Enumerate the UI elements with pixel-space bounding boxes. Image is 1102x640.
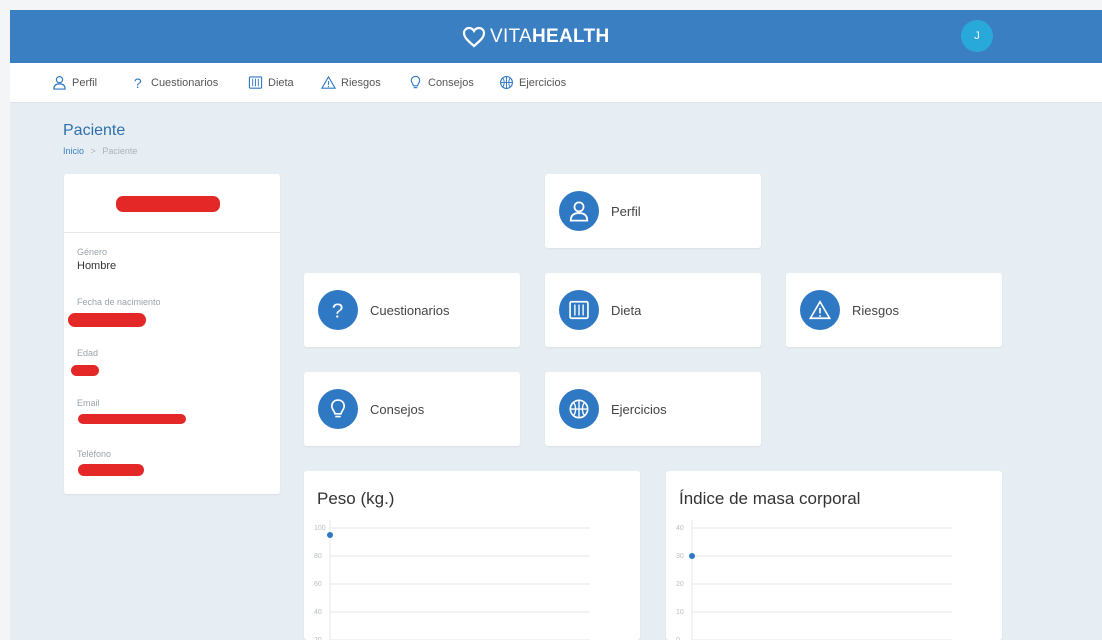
- y-tick-label: 30: [676, 553, 684, 560]
- lightbulb-icon: [330, 399, 346, 418]
- bmi-chart-card: Índice de masa corporal 403020100: [666, 471, 1002, 640]
- patient-name-redaction: [116, 196, 220, 212]
- data-point: [689, 553, 695, 559]
- field-gender: Género Hombre: [77, 247, 116, 272]
- question-icon: ?: [332, 300, 343, 321]
- weight-chart: 100806040200: [314, 520, 590, 640]
- field-birthdate: Fecha de nacimiento: [77, 297, 161, 307]
- y-tick-label: 10: [676, 609, 684, 616]
- tile-icon-circle: [800, 290, 840, 330]
- tile-perfil[interactable]: Perfil: [545, 174, 761, 248]
- tile-cuestionarios[interactable]: ? Cuestionarios: [304, 273, 520, 347]
- y-tick-label: 40: [314, 609, 322, 616]
- app-brand-name: VITAHEALTH: [490, 26, 609, 48]
- nav-item-ejercicios[interactable]: Ejercicios: [499, 63, 566, 102]
- field-phone: Teléfono: [77, 449, 111, 459]
- nav-label: Riesgos: [341, 76, 381, 89]
- basketball-icon: [569, 399, 589, 419]
- y-tick-label: 60: [314, 581, 322, 588]
- data-point: [327, 532, 333, 538]
- breadcrumb-current: Paciente: [102, 146, 138, 156]
- field-email: Email: [77, 398, 100, 408]
- y-tick-label: 80: [314, 553, 322, 560]
- user-avatar[interactable]: J: [961, 20, 993, 52]
- field-label: Fecha de nacimiento: [77, 297, 161, 307]
- y-tick-label: 40: [676, 525, 684, 532]
- tile-consejos[interactable]: Consejos: [304, 372, 520, 446]
- birthdate-redaction: [68, 313, 146, 327]
- nav-label: Dieta: [268, 76, 294, 89]
- patient-card: Género Hombre Fecha de nacimiento Edad E…: [64, 174, 280, 494]
- brand-bold: HEALTH: [532, 26, 610, 47]
- bmi-chart: 403020100: [676, 520, 952, 640]
- lightbulb-icon: [410, 75, 421, 89]
- patient-name-box: [64, 174, 280, 233]
- tile-label: Riesgos: [852, 303, 899, 318]
- breadcrumb-home-link[interactable]: Inicio: [63, 146, 84, 156]
- question-icon: ?: [134, 75, 142, 90]
- tile-ejercicios[interactable]: Ejercicios: [545, 372, 761, 446]
- warning-icon: [809, 300, 831, 320]
- breadcrumb-separator: >: [90, 146, 96, 156]
- nav-label: Cuestionarios: [151, 76, 219, 89]
- tile-label: Consejos: [370, 402, 425, 417]
- breadcrumb: Inicio > Paciente: [63, 146, 137, 156]
- nav-item-perfil[interactable]: Perfil: [52, 63, 97, 102]
- age-redaction: [71, 365, 99, 376]
- main-nav: Perfil ? Cuestionarios Dieta Riesgos Con…: [10, 63, 1102, 103]
- tile-icon-circle: [559, 290, 599, 330]
- user-icon: [53, 75, 66, 90]
- tile-icon-circle: [318, 389, 358, 429]
- y-tick-label: 100: [314, 525, 326, 532]
- nav-label: Ejercicios: [519, 76, 567, 89]
- nav-item-dieta[interactable]: Dieta: [248, 63, 294, 102]
- tile-icon-circle: [559, 389, 599, 429]
- weight-chart-card: Peso (kg.) 100806040200: [304, 471, 640, 640]
- email-redaction: [78, 414, 186, 424]
- field-value: Hombre: [77, 260, 117, 272]
- nav-label: Consejos: [428, 76, 474, 89]
- tile-riesgos[interactable]: Riesgos: [786, 273, 1002, 347]
- tile-dieta[interactable]: Dieta: [545, 273, 761, 347]
- svg-text:?: ?: [134, 75, 142, 90]
- tile-icon-circle: [559, 191, 599, 231]
- field-label: Teléfono: [77, 449, 112, 459]
- diet-icon: [569, 300, 589, 320]
- app-logo[interactable]: VITAHEALTH: [462, 24, 609, 50]
- app-frame: VITAHEALTH J Perfil ? Cuestionarios Diet…: [10, 10, 1102, 640]
- y-tick-label: 20: [676, 581, 684, 588]
- nav-label: Perfil: [72, 76, 98, 89]
- user-icon: [569, 201, 589, 222]
- field-label: Email: [77, 398, 100, 408]
- phone-redaction: [78, 464, 144, 476]
- field-label: Género: [77, 247, 108, 257]
- nav-item-cuestionarios[interactable]: ? Cuestionarios: [131, 63, 218, 102]
- tile-icon-circle: ?: [318, 290, 358, 330]
- nav-item-consejos[interactable]: Consejos: [408, 63, 474, 102]
- tile-label: Ejercicios: [611, 402, 667, 417]
- brand-light: VITA: [490, 26, 533, 47]
- tile-label: Cuestionarios: [370, 303, 450, 318]
- tile-label: Dieta: [611, 303, 642, 318]
- top-header: VITAHEALTH J: [10, 10, 1102, 63]
- heart-logo-icon: [462, 26, 486, 48]
- field-age: Edad: [77, 348, 98, 358]
- diet-icon: [248, 76, 263, 89]
- tile-label: Perfil: [611, 204, 641, 219]
- page-title: Paciente: [63, 122, 126, 139]
- field-label: Edad: [77, 348, 99, 358]
- svg-text:?: ?: [332, 300, 343, 321]
- nav-item-riesgos[interactable]: Riesgos: [321, 63, 381, 102]
- basketball-icon: [500, 76, 513, 89]
- warning-icon: [321, 75, 336, 89]
